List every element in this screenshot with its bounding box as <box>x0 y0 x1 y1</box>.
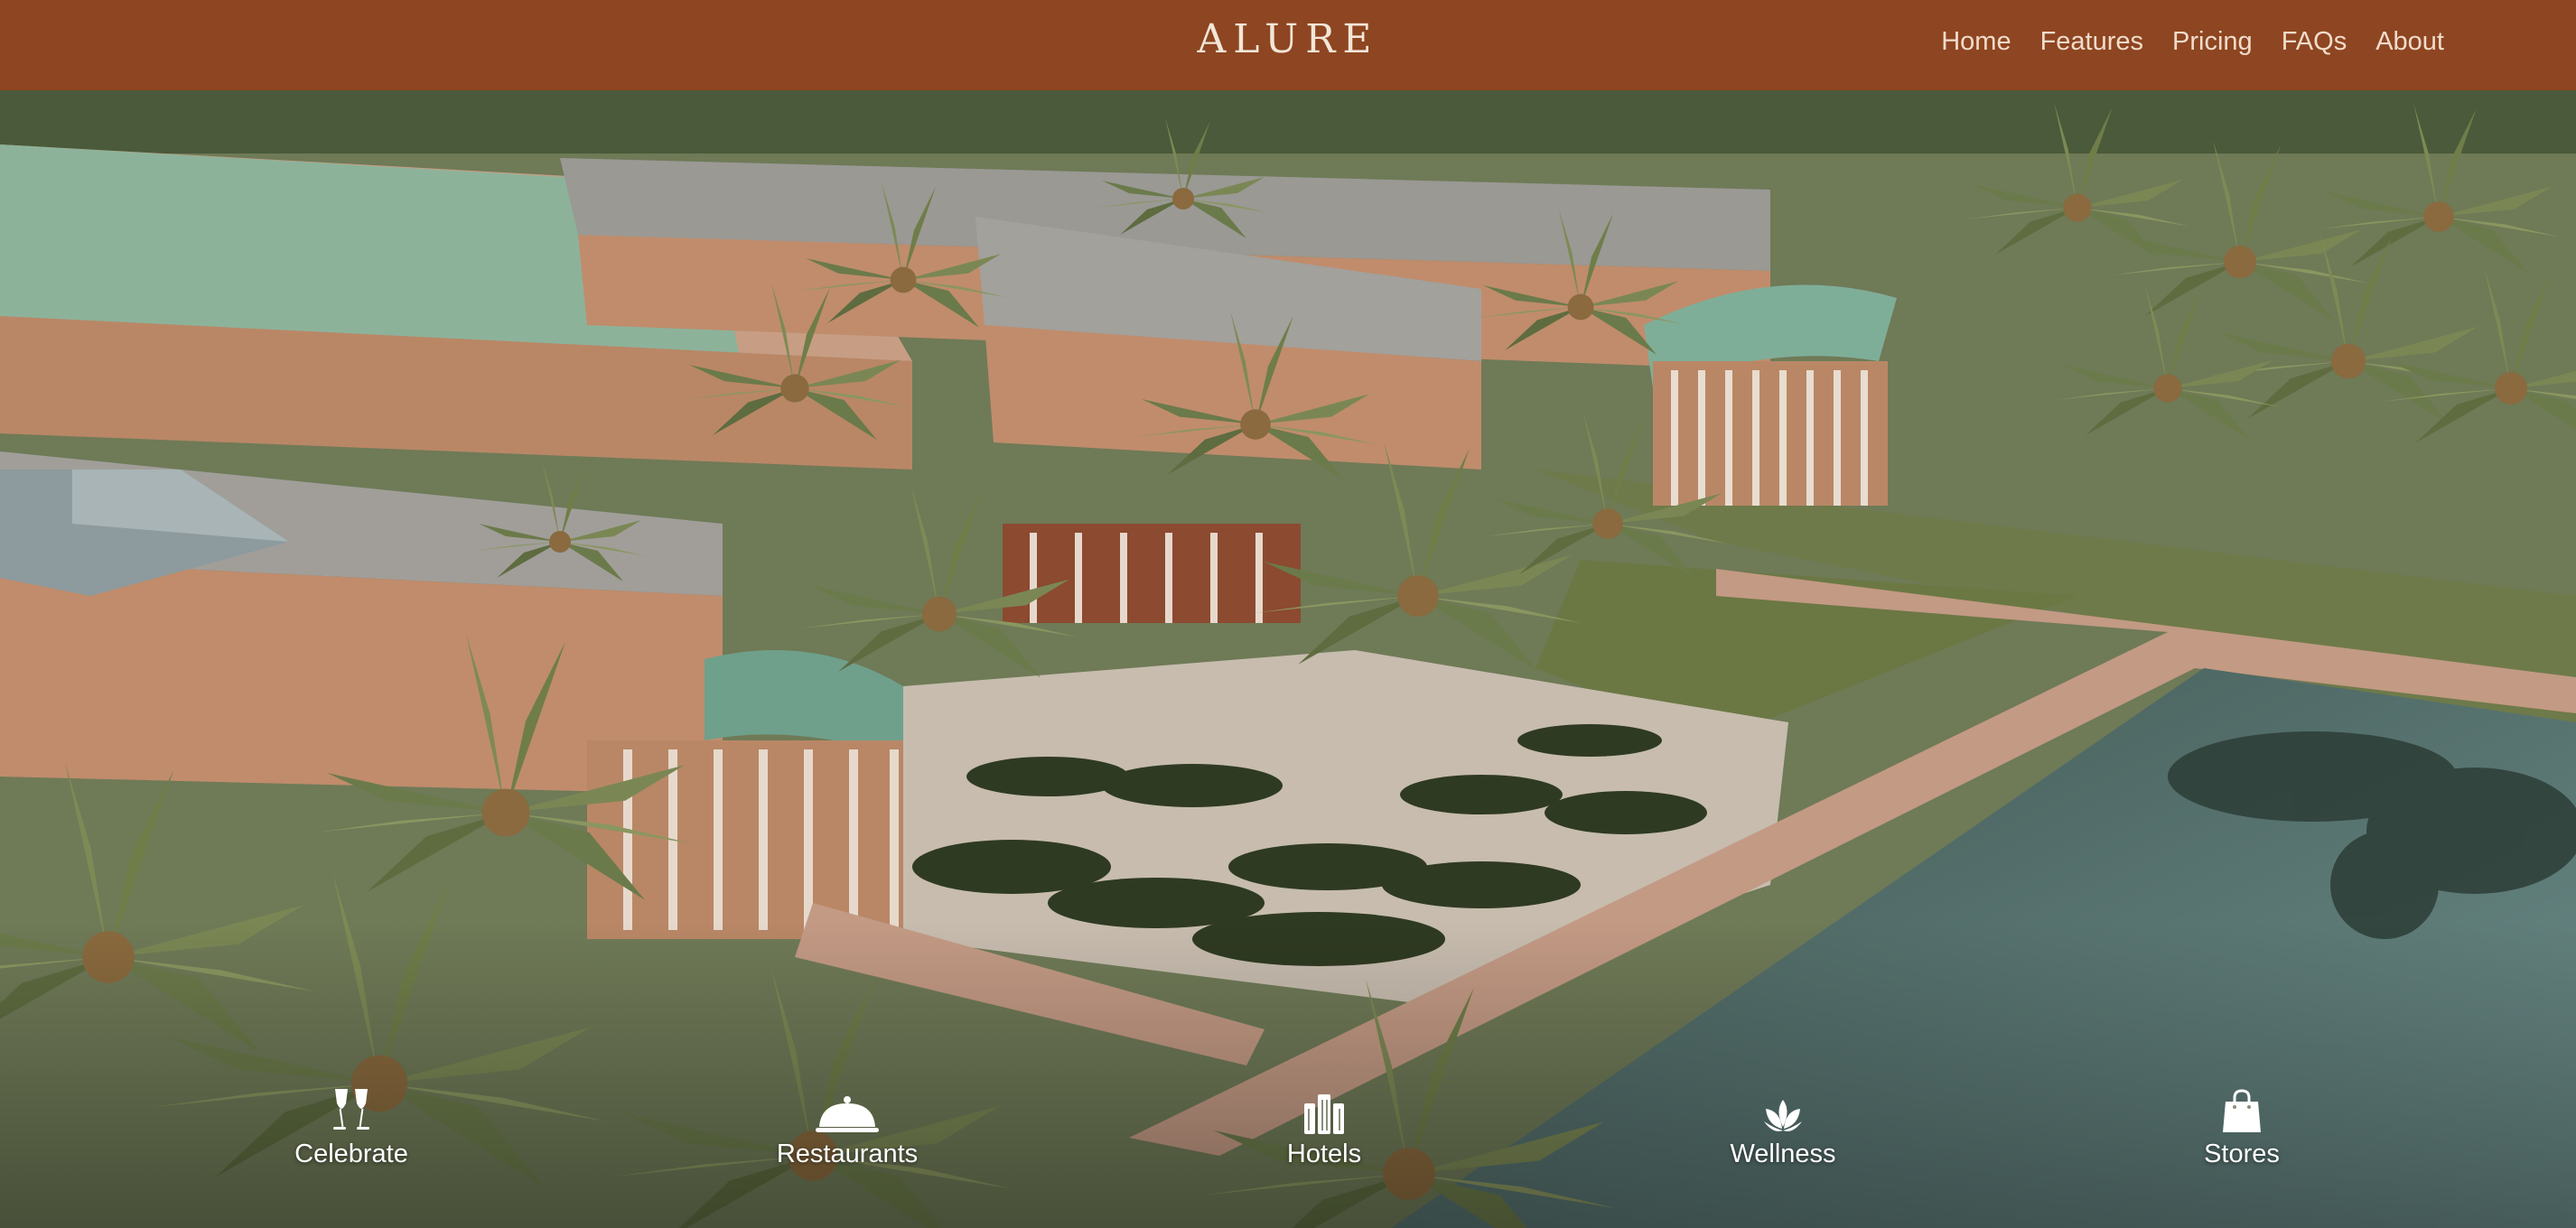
cloche-icon <box>748 1084 947 1134</box>
champagne-glasses-icon <box>252 1084 451 1134</box>
nav-home-link[interactable]: Home <box>1941 27 2011 57</box>
hero-background-image <box>0 90 2576 1228</box>
category-stores[interactable]: Stores <box>2142 1084 2341 1169</box>
category-label: Stores <box>2204 1140 2280 1168</box>
nav-pricing-link[interactable]: Pricing <box>2172 27 2253 57</box>
lotus-icon <box>1684 1084 1882 1134</box>
category-celebrate[interactable]: Celebrate <box>252 1084 451 1169</box>
hotel-building-icon <box>1225 1084 1423 1134</box>
category-bar: Celebrate Restaurants Hotels Wellness St… <box>0 1084 2576 1192</box>
shopping-bag-icon <box>2142 1084 2341 1134</box>
category-label: Hotels <box>1286 1140 1362 1168</box>
resort-aerial-illustration <box>0 90 2576 1228</box>
category-hotels[interactable]: Hotels <box>1225 1084 1423 1169</box>
category-label: Celebrate <box>294 1140 408 1168</box>
category-label: Wellness <box>1730 1140 1836 1168</box>
nav-faqs-link[interactable]: FAQs <box>2282 27 2347 57</box>
category-wellness[interactable]: Wellness <box>1684 1084 1882 1169</box>
nav-about-link[interactable]: About <box>2375 27 2444 57</box>
nav-features-link[interactable]: Features <box>2040 27 2143 57</box>
top-navigation-bar: ALURE Home Features Pricing FAQs About <box>0 0 2576 90</box>
main-nav: Home Features Pricing FAQs About <box>1941 27 2444 57</box>
category-restaurants[interactable]: Restaurants <box>748 1084 947 1169</box>
category-label: Restaurants <box>776 1140 919 1168</box>
